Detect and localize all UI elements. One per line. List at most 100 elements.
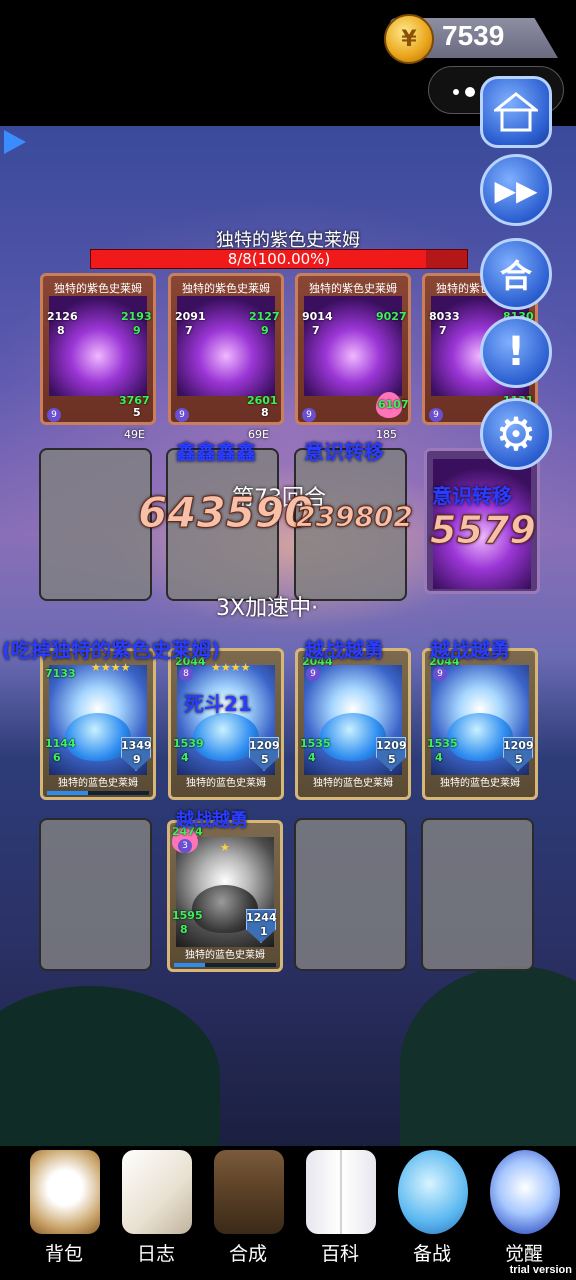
atk-value: 1539: [173, 737, 204, 750]
card-level: 8: [179, 667, 193, 681]
enemy-card[interactable]: 独特的紫色史莱姆 2126 8 2193 9 3767 5 9: [40, 273, 156, 425]
watermark: trial version: [509, 1264, 572, 1276]
skill-text: 越战越勇: [430, 638, 510, 662]
damage-number: 5579: [430, 508, 537, 553]
skill-text: 死斗21: [184, 692, 252, 716]
enemy-card[interactable]: 独特的紫色史莱姆 9014 7 9027 6107 9: [295, 273, 411, 425]
atk-level: 4: [308, 751, 316, 764]
def-value: 1244: [246, 911, 277, 924]
hp-value: 6107: [378, 398, 409, 411]
card-level: 9: [306, 667, 320, 681]
boss-hp-text: 8/8(100.00%): [227, 250, 331, 268]
boss-hp-bar: 8/8(100.00%): [90, 249, 468, 269]
empty-slot[interactable]: [294, 818, 407, 971]
coin-count: 7539: [442, 20, 505, 51]
card-level: 9: [433, 667, 447, 681]
background-hill: [400, 966, 576, 1146]
fast-forward-icon: ▶▶: [494, 173, 538, 207]
journal-icon: [122, 1150, 192, 1234]
skill-text: 越战越勇: [304, 638, 384, 662]
expand-arrow-icon[interactable]: [4, 130, 26, 154]
def-level: 9: [261, 324, 269, 337]
def-value: 1209: [249, 739, 280, 752]
alert-icon: !: [506, 329, 526, 375]
card-title: 独特的蓝色史莱姆: [185, 950, 265, 961]
atk-value: 9014: [302, 310, 333, 323]
hp-level: 8: [261, 406, 269, 419]
hp-value: 7133: [45, 667, 76, 680]
reserve-card[interactable]: 2474 3 ★ 1595 8 1244 1 独特的蓝色史莱姆: [167, 820, 283, 972]
workbench-icon: [214, 1150, 284, 1234]
speed-status: 3X加速中·: [216, 596, 319, 621]
atk-value: 1144: [45, 737, 76, 750]
card-title: 独特的蓝色史莱姆: [186, 778, 266, 789]
gear-icon: ⚙: [495, 407, 537, 461]
book-icon: [306, 1150, 376, 1234]
empty-slot[interactable]: [39, 818, 152, 971]
home-icon: [494, 92, 538, 132]
skill-text: 越战越勇: [176, 810, 248, 831]
nav-awaken[interactable]: 觉醒: [478, 1146, 570, 1280]
nav-label: 背包: [44, 1243, 83, 1265]
awaken-icon: [490, 1150, 560, 1234]
empty-slot[interactable]: [421, 818, 534, 971]
nav-prepare[interactable]: 备战: [386, 1146, 478, 1280]
atk-value: 1595: [172, 909, 203, 922]
fast-forward-button[interactable]: ▶▶: [480, 154, 552, 226]
ally-card[interactable]: 7133 ★★★★ 1144 6 1349 9 独特的蓝色史莱姆: [40, 648, 156, 800]
slime-icon: [398, 1150, 468, 1234]
ally-card[interactable]: 2044 9 1535 4 1209 5 独特的蓝色史莱姆: [422, 648, 538, 800]
def-value: 9027: [376, 310, 407, 323]
card-level: 9: [47, 408, 61, 422]
ally-card[interactable]: 2044 8 ★★★★ 1539 4 1209 5 独特的蓝色史莱姆: [168, 648, 284, 800]
nav-label: 百科: [320, 1243, 359, 1265]
background-hill: [0, 986, 220, 1146]
atk-level: 8: [180, 923, 188, 936]
def-value: 1349: [121, 739, 152, 752]
ally-card[interactable]: 2044 9 1535 4 1209 5 独特的蓝色史莱姆: [295, 648, 411, 800]
atk-level: 4: [435, 751, 443, 764]
card-title: 独特的紫色史莱姆: [182, 282, 270, 295]
hp-level: 5: [133, 406, 141, 419]
small-number: 49E: [124, 428, 145, 441]
nav-crafting[interactable]: 合成: [202, 1146, 294, 1280]
atk-level: 7: [312, 324, 320, 337]
atk-level: 7: [439, 324, 447, 337]
star-icon: ★: [220, 841, 230, 854]
atk-value: 1535: [300, 737, 331, 750]
atk-level: 7: [185, 324, 193, 337]
nav-encyclopedia[interactable]: 百科: [294, 1146, 386, 1280]
nav-journal[interactable]: 日志: [110, 1146, 202, 1280]
def-value: 1209: [376, 739, 407, 752]
charge-bar: [174, 963, 276, 967]
card-title: 独特的蓝色史莱姆: [440, 778, 520, 789]
atk-value: 8033: [429, 310, 460, 323]
nav-backpack[interactable]: 背包: [18, 1146, 110, 1280]
def-level: 9: [133, 324, 141, 337]
nav-label: 日志: [136, 1243, 175, 1265]
def-level: 9: [133, 753, 141, 766]
skill-text: 鑫鑫鑫鑫: [176, 440, 256, 464]
settings-button[interactable]: ⚙: [480, 398, 552, 470]
card-title: 独特的蓝色史莱姆: [58, 778, 138, 789]
backpack-icon: [30, 1150, 100, 1234]
enemy-card[interactable]: 独特的紫色史莱姆 2091 7 2127 9 2601 8 9: [168, 273, 284, 425]
card-level: 9: [429, 408, 443, 422]
atk-level: 8: [57, 324, 65, 337]
def-level: 5: [388, 753, 396, 766]
alert-button[interactable]: !: [480, 316, 552, 388]
card-title: 独特的蓝色史莱姆: [313, 778, 393, 789]
gold-coin-icon: ¥: [384, 14, 434, 64]
damage-number: 643590: [137, 488, 314, 538]
charge-bar: [47, 791, 149, 795]
card-level: 9: [175, 408, 189, 422]
card-title: 独特的紫色史莱姆: [309, 282, 397, 295]
skill-text: (吃掉独特的紫色史莱姆): [2, 638, 221, 662]
empty-slot[interactable]: [39, 448, 152, 601]
merge-button[interactable]: 合: [480, 238, 552, 310]
card-title: 独特的紫色史莱姆: [54, 282, 142, 295]
home-button[interactable]: [480, 76, 552, 148]
damage-number: 239802: [296, 500, 414, 534]
atk-level: 6: [53, 751, 61, 764]
def-level: 5: [515, 753, 523, 766]
